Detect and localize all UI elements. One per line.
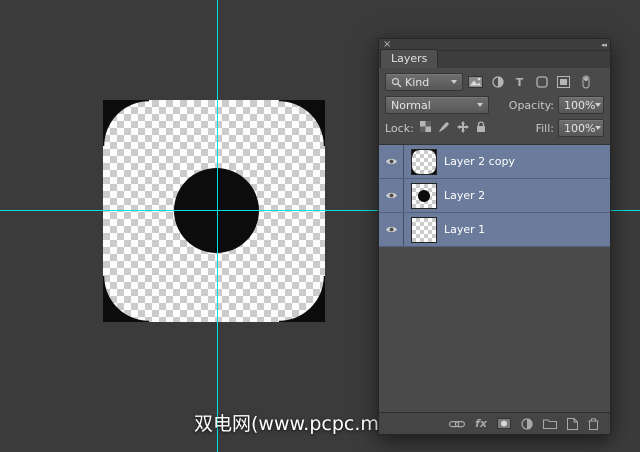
lock-pixels-icon[interactable] — [438, 121, 450, 136]
filter-row: Kind T — [385, 73, 604, 91]
visibility-toggle[interactable] — [379, 213, 404, 246]
artwork-corner-bottom-left — [103, 276, 149, 322]
chevron-down-icon — [477, 103, 483, 107]
delete-layer-icon[interactable] — [588, 418, 599, 430]
fill-label: Fill: — [536, 122, 554, 135]
panel-controls: Kind T Normal — [379, 68, 610, 144]
tab-layers[interactable]: Layers — [380, 49, 438, 68]
blend-mode-value: Normal — [391, 99, 431, 112]
panel-collapse-button[interactable]: ◂◂ — [601, 41, 606, 49]
panel-tab-strip: Layers — [379, 51, 610, 68]
add-layer-mask-icon[interactable] — [497, 418, 511, 429]
layer-name: Layer 2 copy — [444, 155, 515, 168]
layers-list: Layer 2 copy Layer 2 Layer 1 — [379, 144, 610, 247]
opacity-label: Opacity: — [509, 99, 554, 112]
lock-transparency-icon[interactable] — [420, 121, 431, 135]
link-layers-icon[interactable] — [449, 420, 465, 428]
filter-shape-layers-icon[interactable] — [532, 73, 551, 91]
layer-name: Layer 2 — [444, 189, 485, 202]
blend-row: Normal Opacity: 100% — [385, 96, 604, 114]
panel-close-button[interactable]: × — [383, 40, 391, 50]
blend-mode-dropdown[interactable]: Normal — [385, 96, 489, 114]
layer-thumbnail-circle[interactable] — [411, 183, 437, 209]
lock-position-icon[interactable] — [457, 121, 469, 136]
lock-all-icon[interactable] — [476, 121, 486, 136]
new-group-icon[interactable] — [543, 418, 557, 429]
kind-filter-dropdown[interactable]: Kind — [385, 73, 463, 91]
chevron-down-icon — [595, 103, 601, 107]
layers-panel: × ◂◂ Layers Kind T — [378, 38, 611, 435]
filter-adjustment-layers-icon[interactable] — [488, 73, 507, 91]
lock-label: Lock: — [385, 122, 414, 135]
artwork-corner-top-left — [103, 100, 149, 146]
search-icon — [391, 77, 402, 88]
lock-icons-group — [420, 121, 486, 136]
layer-thumbnail-corners[interactable] — [411, 149, 437, 175]
eye-icon — [385, 157, 398, 166]
artwork-corner-top-right — [279, 100, 325, 146]
filter-pixel-layers-icon[interactable] — [466, 73, 485, 91]
eye-icon — [385, 191, 398, 200]
watermark-text: 双电网(www.pcpc.me) — [194, 409, 398, 436]
layer-row-layer-1[interactable]: Layer 1 — [379, 213, 610, 247]
layer-style-button[interactable]: fx — [475, 417, 487, 430]
kind-filter-label: Kind — [405, 76, 429, 89]
layer-thumbnail-empty[interactable] — [411, 217, 437, 243]
filter-type-layers-icon[interactable]: T — [510, 73, 529, 91]
fill-value: 100% — [564, 122, 595, 135]
vertical-guide[interactable] — [217, 0, 218, 452]
fill-dropdown[interactable]: 100% — [558, 119, 604, 137]
visibility-toggle[interactable] — [379, 145, 404, 178]
chevron-down-icon — [451, 80, 457, 84]
chevron-down-icon — [595, 126, 601, 130]
eye-icon — [385, 225, 398, 234]
adjustment-layer-icon[interactable] — [521, 418, 533, 430]
layers-empty-area — [379, 247, 610, 412]
filter-toggle-icon[interactable] — [576, 73, 595, 91]
lock-row: Lock: Fill: 100% — [385, 119, 604, 137]
visibility-toggle[interactable] — [379, 179, 404, 212]
filter-smart-objects-icon[interactable] — [554, 73, 573, 91]
opacity-dropdown[interactable]: 100% — [558, 96, 604, 114]
document-canvas[interactable] — [103, 100, 325, 322]
layer-name: Layer 1 — [444, 223, 485, 236]
layer-row-layer-2-copy[interactable]: Layer 2 copy — [379, 145, 610, 179]
layer-row-layer-2[interactable]: Layer 2 — [379, 179, 610, 213]
artwork-corner-bottom-right — [279, 276, 325, 322]
opacity-value: 100% — [564, 99, 595, 112]
new-layer-icon[interactable] — [567, 418, 578, 430]
panel-footer: fx — [379, 412, 610, 434]
